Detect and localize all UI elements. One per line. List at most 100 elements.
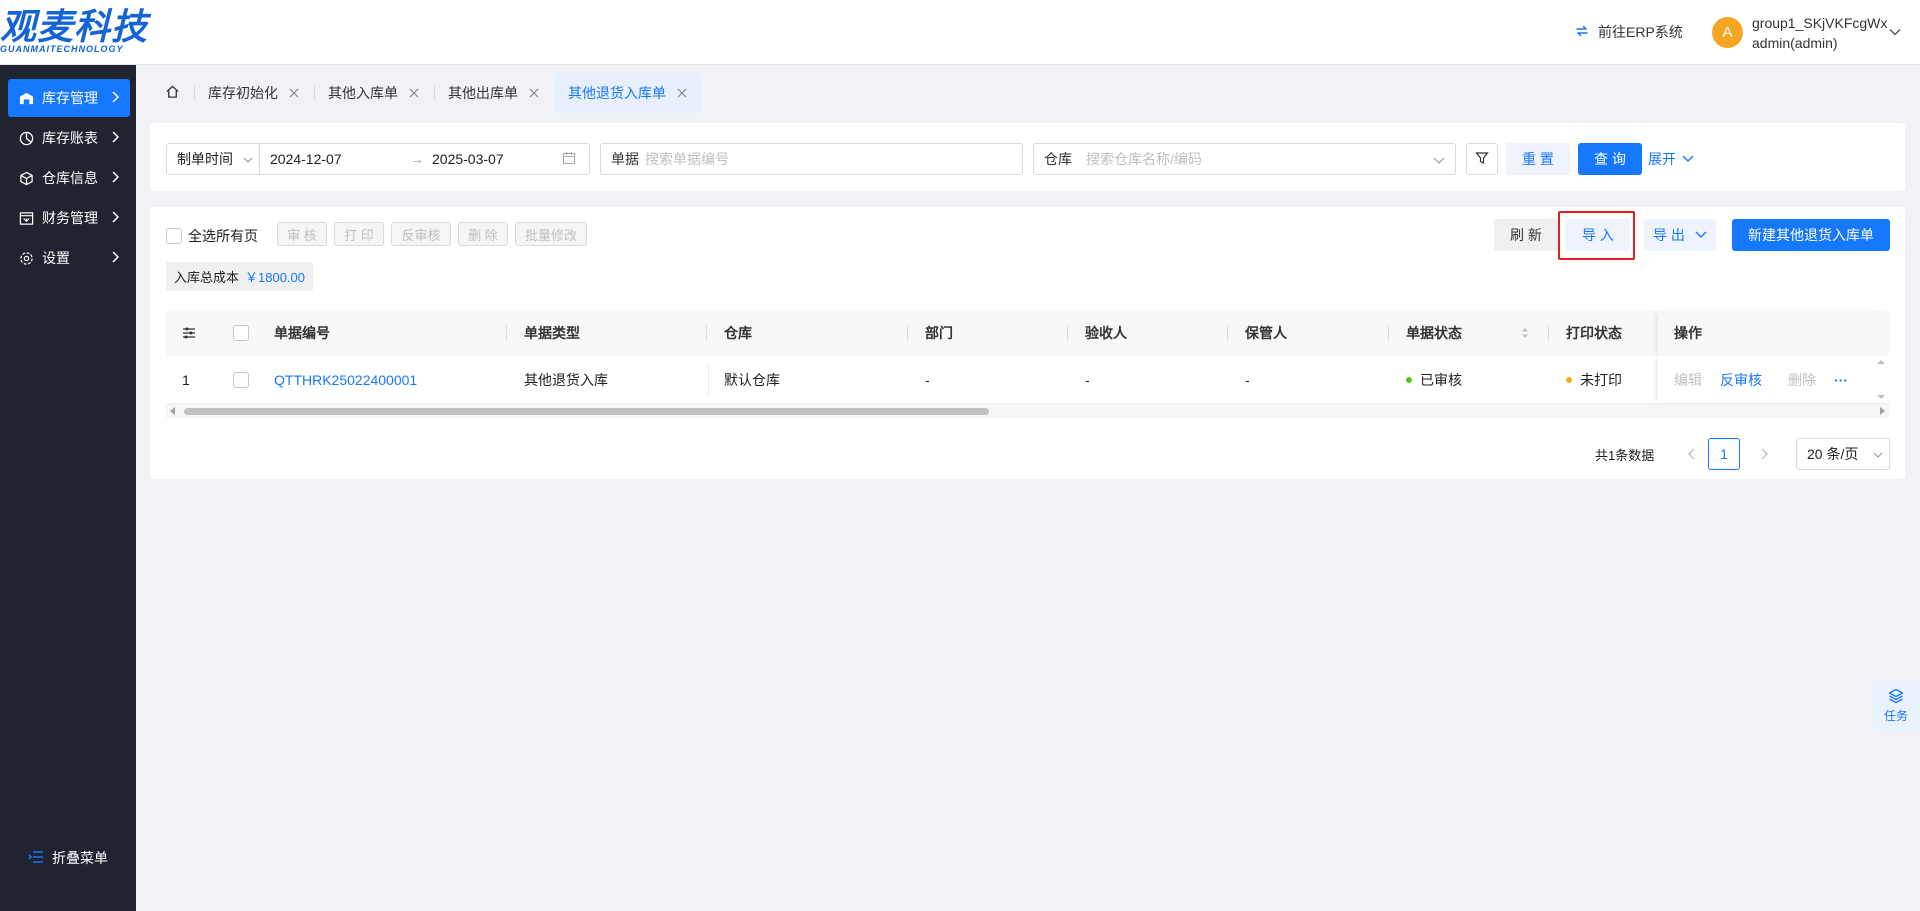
delete-button[interactable]: 删 除 <box>458 222 508 246</box>
select-all-checkbox[interactable] <box>166 228 182 244</box>
doc-search-input[interactable]: 搜索单据编号 <box>645 149 729 169</box>
query-button[interactable]: 查 询 <box>1578 143 1642 175</box>
warehouse-search-input[interactable]: 搜索仓库名称/编码 <box>1086 149 1202 169</box>
delete-action[interactable]: 删除 <box>1788 356 1816 403</box>
calendar-icon[interactable] <box>562 151 576 168</box>
header-type[interactable]: 单据类型 <box>524 310 580 356</box>
prev-page-button[interactable] <box>1678 438 1706 470</box>
header-warehouse[interactable]: 仓库 <box>724 310 752 356</box>
filter-icon <box>1475 151 1489 168</box>
next-page-button[interactable] <box>1750 438 1778 470</box>
document-list-panel: 全选所有页 审 核 打 印 反审核 删 除 批量修改 刷 新 导 入 导 出 新… <box>150 207 1905 479</box>
page-size-select[interactable]: 20 条/页 <box>1796 438 1890 470</box>
collapse-menu-button[interactable]: 折叠菜单 <box>28 848 108 868</box>
tab-home[interactable] <box>150 73 194 113</box>
doc-code-link[interactable]: QTTHRK25022400001 <box>274 356 417 403</box>
horizontal-scroll-thumb[interactable] <box>184 408 989 415</box>
header-code[interactable]: 单据编号 <box>274 310 330 356</box>
end-date-input[interactable]: 2025-03-07 <box>432 151 562 167</box>
close-icon[interactable] <box>408 87 420 99</box>
status-text: 已审核 <box>1420 371 1462 388</box>
pie-chart-icon <box>18 130 34 146</box>
column-divider[interactable] <box>1388 325 1389 341</box>
create-return-inbound-button[interactable]: 新建其他退货入库单 <box>1732 219 1890 251</box>
task-float-button[interactable]: 任务 <box>1872 680 1920 731</box>
doc-search-label: 单据 <box>611 151 639 167</box>
date-type-select[interactable]: 制单时间 <box>167 144 260 174</box>
warehouse-label: 仓库 <box>1044 151 1072 167</box>
unapprove-button[interactable]: 反审核 <box>391 222 451 246</box>
column-divider[interactable] <box>1067 325 1068 341</box>
column-divider[interactable] <box>1548 325 1549 341</box>
print-button[interactable]: 打 印 <box>334 222 384 246</box>
export-button[interactable]: 导 出 <box>1644 219 1716 251</box>
filter-button[interactable] <box>1466 143 1498 175</box>
more-actions[interactable]: ··· <box>1834 356 1848 403</box>
sidebar-item-inventory-report[interactable]: 库存账表 <box>8 119 130 157</box>
batch-edit-button[interactable]: 批量修改 <box>515 222 587 246</box>
tab-other-inbound[interactable]: 其他入库单 <box>314 73 434 113</box>
reset-button[interactable]: 重 置 <box>1506 143 1570 175</box>
cell-divider <box>708 364 709 396</box>
total-cost-label: 入库总成本 <box>174 270 240 285</box>
select-all-pages[interactable]: 全选所有页 <box>166 226 258 246</box>
table-header: 单据编号 单据类型 仓库 部门 验收人 保管人 单据状态 打印状态 操作 <box>166 310 1889 356</box>
header-inspector[interactable]: 验收人 <box>1085 310 1127 356</box>
scroll-left-icon[interactable] <box>169 407 177 415</box>
finance-icon <box>18 210 34 226</box>
date-range-filter: 制单时间 2024-12-07 → 2025-03-07 <box>166 143 590 175</box>
expand-button[interactable]: 展开 <box>1648 143 1704 175</box>
close-icon[interactable] <box>676 87 688 99</box>
header-checkbox[interactable] <box>233 325 249 341</box>
tab-inventory-init[interactable]: 库存初始化 <box>194 73 314 113</box>
chevron-down-icon <box>1695 227 1707 243</box>
refresh-button[interactable]: 刷 新 <box>1494 219 1558 251</box>
header-keeper[interactable]: 保管人 <box>1245 310 1287 356</box>
doc-search-field[interactable]: 单据 搜索单据编号 <box>600 143 1023 175</box>
scroll-right-icon[interactable] <box>1878 407 1886 415</box>
vertical-scrollbar[interactable] <box>1875 358 1887 402</box>
tab-bar: 库存初始化 其他入库单 其他出库单 其他退货入库单 <box>150 73 702 113</box>
tab-label: 其他入库单 <box>328 85 398 101</box>
approve-button[interactable]: 审 核 <box>277 222 327 246</box>
close-icon[interactable] <box>288 87 300 99</box>
warehouse-select[interactable]: 仓库 搜索仓库名称/编码 <box>1033 143 1456 175</box>
row-checkbox[interactable] <box>233 371 249 388</box>
page-size-value: 20 条/页 <box>1807 446 1859 462</box>
sidebar-item-settings[interactable]: 设置 <box>8 239 130 277</box>
close-icon[interactable] <box>528 87 540 99</box>
column-divider[interactable] <box>506 325 507 341</box>
header-print-status[interactable]: 打印状态 <box>1566 310 1622 356</box>
tab-other-return-inbound[interactable]: 其他退货入库单 <box>554 73 702 113</box>
print-status-dot <box>1566 376 1572 383</box>
chevron-down-icon[interactable] <box>1888 25 1902 42</box>
user-info[interactable]: group1_SKjVKFcgWx admin(admin) <box>1752 13 1887 53</box>
column-divider[interactable] <box>907 325 908 341</box>
header-status[interactable]: 单据状态 <box>1406 310 1462 356</box>
total-cost-summary: 入库总成本 ￥1800.00 <box>166 262 314 291</box>
horizontal-scrollbar[interactable] <box>166 404 1889 418</box>
start-date-input[interactable]: 2024-12-07 <box>270 151 410 167</box>
sidebar-item-label: 仓库信息 <box>42 170 98 186</box>
unapprove-action[interactable]: 反审核 <box>1720 356 1762 403</box>
sidebar-item-warehouse-info[interactable]: 仓库信息 <box>8 159 130 197</box>
sidebar-item-finance[interactable]: 财务管理 <box>8 199 130 237</box>
goto-erp-link[interactable]: 前往ERP系统 <box>1574 22 1683 42</box>
status-dot <box>1406 376 1412 383</box>
sidebar: 库存管理 库存账表 仓库信息 财务管理 设置 <box>0 65 136 911</box>
sort-icon[interactable] <box>1520 310 1530 356</box>
task-label: 任务 <box>1883 708 1908 723</box>
edit-action[interactable]: 编辑 <box>1674 356 1702 403</box>
column-divider[interactable] <box>706 325 707 341</box>
import-highlight-box <box>1558 211 1635 260</box>
page-1-button[interactable]: 1 <box>1708 438 1740 470</box>
table-row[interactable]: 1 QTTHRK25022400001 其他退货入库 默认仓库 - - - 已审… <box>166 356 1889 404</box>
column-settings-icon[interactable] <box>182 310 196 356</box>
sidebar-item-inventory[interactable]: 库存管理 <box>8 79 130 117</box>
header-dept[interactable]: 部门 <box>925 310 953 356</box>
column-divider[interactable] <box>1227 325 1228 341</box>
tab-other-outbound[interactable]: 其他出库单 <box>434 73 554 113</box>
logo[interactable]: 观麦科技 GUANMAITECHNOLOGY <box>0 8 148 55</box>
avatar[interactable]: A <box>1712 17 1743 48</box>
chevron-right-icon <box>110 130 122 147</box>
